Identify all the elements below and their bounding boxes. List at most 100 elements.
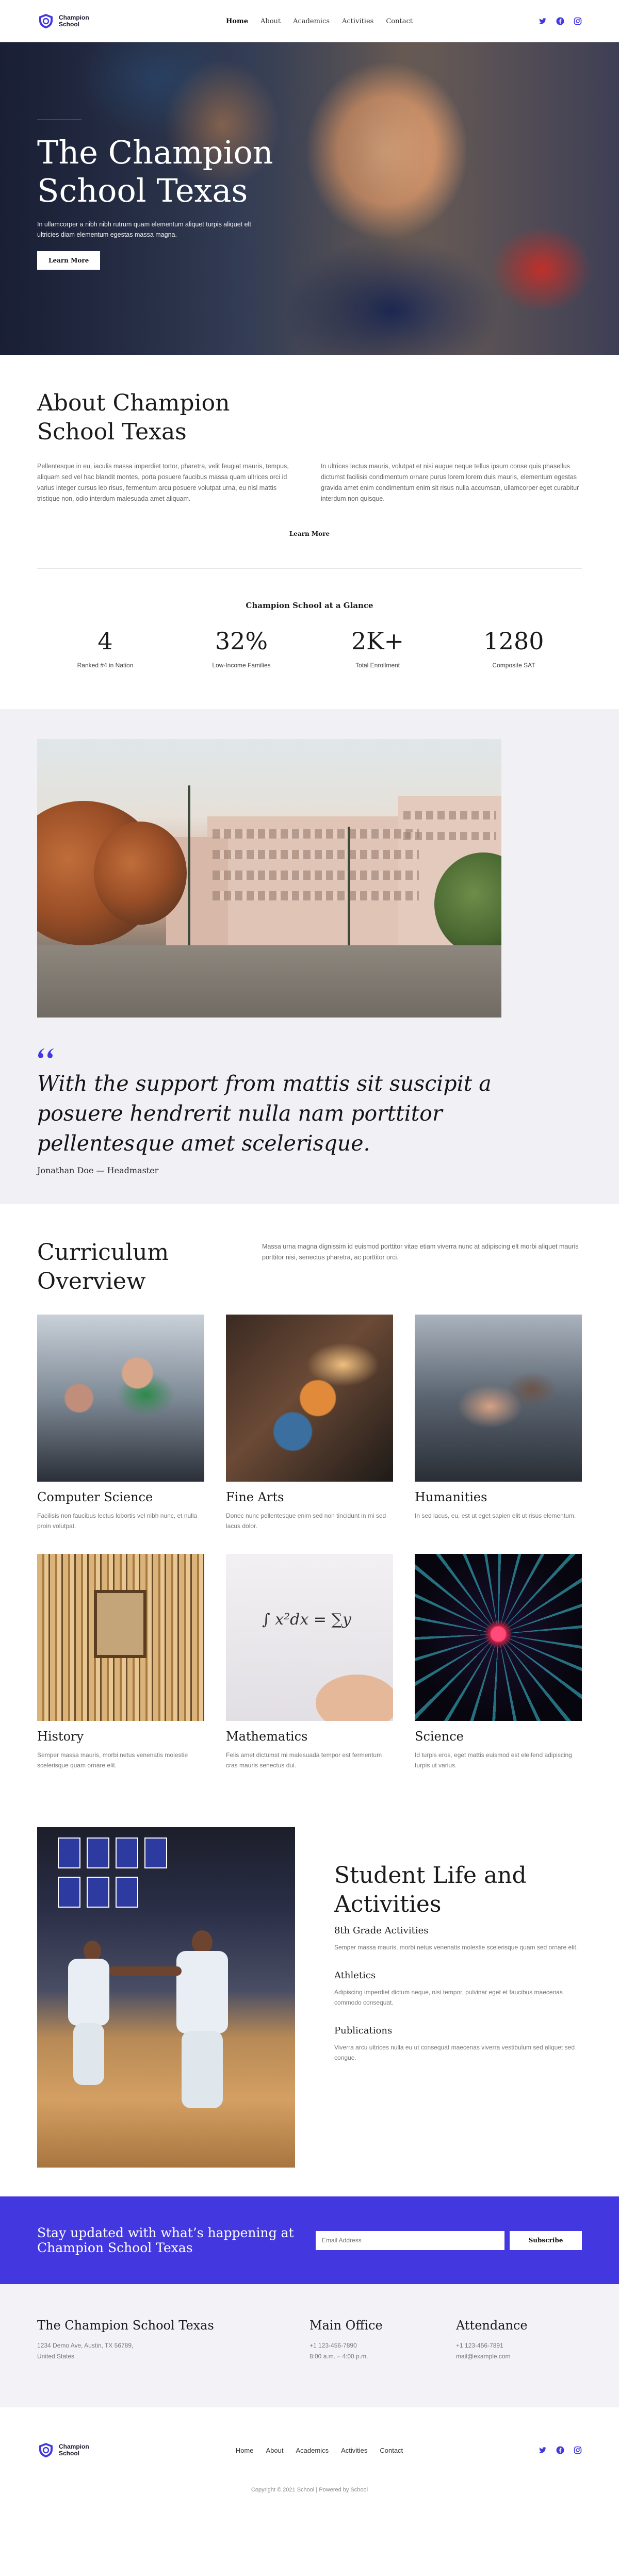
twitter-icon[interactable] — [539, 2446, 547, 2454]
footer-attendance-phone[interactable]: +1 123-456-7891 — [456, 2340, 528, 2351]
footer-nav-contact[interactable]: Contact — [380, 2447, 403, 2454]
course-card-fine-arts[interactable]: Fine Arts Donec nunc pellentesque enim s… — [226, 1315, 393, 1531]
course-text: Felis amet dictumst mi malesuada tempor … — [226, 1751, 382, 1769]
about-text-left: Pellentesque in eu, iaculis massa imperd… — [37, 463, 289, 502]
facebook-icon[interactable] — [556, 2446, 564, 2454]
stat-enrollment: 2K+ Total Enrollment — [321, 627, 434, 669]
humanities-image — [415, 1315, 582, 1482]
stat-value: 32% — [215, 627, 268, 655]
activity-title: Athletics — [334, 1970, 376, 1981]
course-text: Id turpis eros, eget mattis euismod est … — [415, 1751, 572, 1769]
stat-value: 4 — [97, 627, 113, 655]
stat-sat: 1280 Composite SAT — [457, 627, 571, 669]
facebook-icon[interactable] — [556, 17, 564, 25]
nav-contact[interactable]: Contact — [386, 18, 413, 25]
logo-text: Champion School — [59, 2443, 89, 2457]
basketball-image — [37, 1827, 295, 2168]
subscribe-button[interactable]: Subscribe — [510, 2230, 582, 2250]
footer-address-line: 1234 Demo Ave, Austin, TX 56789, — [37, 2342, 134, 2349]
stat-value: 1280 — [483, 627, 544, 655]
stat-label: Low-Income Families — [212, 662, 271, 669]
hero-learn-more-button[interactable]: Learn More — [37, 251, 101, 270]
footer-nav-academics[interactable]: Academics — [296, 2447, 329, 2454]
curriculum-intro: Massa urna magna dignissim id euismod po… — [262, 1243, 579, 1261]
course-card-science[interactable]: Science Id turpis eros, eget mattis euis… — [415, 1554, 582, 1770]
footer-logo[interactable]: Champion School — [37, 2441, 100, 2459]
course-title: Mathematics — [226, 1729, 308, 1744]
course-title: Computer Science — [37, 1490, 153, 1504]
course-title: Fine Arts — [226, 1490, 284, 1504]
footer-nav-home[interactable]: Home — [236, 2447, 254, 2454]
footer-address-line: United States — [37, 2353, 75, 2360]
stat-label: Total Enrollment — [355, 662, 400, 669]
stats-row: 4 Ranked #4 in Nation 32% Low-Income Fam… — [37, 627, 582, 669]
curriculum-title: Curriculum Overview — [37, 1239, 169, 1294]
mathematics-image — [226, 1554, 393, 1721]
curriculum-section: Curriculum Overview Massa urna magna dig… — [0, 1204, 619, 1770]
stat-label: Ranked #4 in Nation — [77, 662, 134, 669]
science-image — [415, 1554, 582, 1721]
newsletter-form: Subscribe — [316, 2230, 582, 2250]
course-title: Humanities — [415, 1490, 487, 1504]
nav-activities[interactable]: Activities — [342, 18, 373, 25]
newsletter-title: Stay updated with what’s happening at Ch… — [37, 2225, 294, 2255]
footer-main-office: Main Office +1 123-456-7890 8:00 a.m. – … — [310, 2319, 456, 2362]
footer-nav-activities[interactable]: Activities — [341, 2447, 367, 2454]
hero-title: The Champion School Texas — [37, 134, 273, 209]
footer-school-info: The Champion School Texas 1234 Demo Ave,… — [37, 2318, 310, 2362]
footer-attendance-email[interactable]: mail@example.com — [456, 2351, 528, 2362]
about-text-right: In ultrices lectus mauris, volutpat et n… — [321, 463, 579, 502]
site-footer: The Champion School Texas 1234 Demo Ave,… — [0, 2284, 619, 2524]
about-title: About Champion School Texas — [37, 390, 230, 445]
footer-attendance: Attendance +1 123-456-7891 mail@example.… — [456, 2318, 528, 2362]
course-card-history[interactable]: History Semper massa mauris, morbi netus… — [37, 1554, 204, 1770]
course-title: Science — [415, 1729, 464, 1744]
course-title: History — [37, 1729, 84, 1744]
main-nav: Home About Academics Activities Contact — [226, 18, 413, 25]
course-card-computer-science[interactable]: Computer Science Facilisis non faucibus … — [37, 1315, 204, 1531]
instagram-icon[interactable] — [574, 17, 582, 25]
footer-office-phone[interactable]: +1 123-456-7890 — [310, 2340, 456, 2351]
nav-home[interactable]: Home — [226, 18, 248, 25]
copyright-text: Copyright © 2021 School | Powered by Sch… — [251, 2487, 368, 2493]
student-life-section: Student Life and Activities 8th Grade Ac… — [0, 1770, 619, 2168]
footer-office-hours: 8:00 a.m. – 4:00 p.m. — [310, 2353, 368, 2360]
hero-text: In ullamcorper a nibh nibh rutrum quam e… — [37, 221, 251, 238]
history-image — [37, 1554, 204, 1721]
quote-author: Jonathan Doe — Headmaster — [37, 1166, 159, 1175]
activity-text: Adipiscing imperdiet dictum neque, nisi … — [334, 1989, 563, 2006]
logo-text: Champion School — [59, 14, 89, 28]
footer-attendance-title: Attendance — [456, 2318, 528, 2333]
stat-value: 2K+ — [351, 627, 404, 655]
course-card-humanities[interactable]: Humanities In sed lacus, eu, est ut eget… — [415, 1315, 582, 1531]
glance-title: Champion School at a Glance — [246, 601, 373, 610]
course-text: Semper massa mauris, morbi netus venenat… — [37, 1751, 188, 1769]
nav-academics[interactable]: Academics — [293, 18, 330, 25]
course-text: Donec nunc pellentesque enim sed non tin… — [226, 1512, 386, 1530]
footer-nav: Home About Academics Activities Contact — [236, 2447, 403, 2454]
about-section: About Champion School Texas Pellentesque… — [0, 355, 619, 669]
site-header: Champion School Home About Academics Act… — [0, 0, 619, 42]
email-input[interactable] — [316, 2230, 504, 2250]
shield-logo-icon — [39, 14, 53, 28]
course-text: In sed lacus, eu, est ut eget sapien eli… — [415, 1512, 576, 1519]
about-learn-more-link[interactable]: Learn More — [37, 530, 582, 537]
activity-text: Semper massa mauris, morbi netus venenat… — [334, 1944, 578, 1951]
quote-text: With the support from mattis sit suscipi… — [37, 1071, 492, 1156]
hero-banner: The Champion School Texas In ullamcorper… — [0, 42, 619, 355]
twitter-icon[interactable] — [539, 17, 547, 25]
instagram-icon[interactable] — [574, 2446, 582, 2454]
quote-icon — [38, 1048, 54, 1058]
nav-about[interactable]: About — [260, 18, 281, 25]
logo[interactable]: Champion School — [37, 12, 100, 30]
student-life-title: Student Life and Activities — [334, 1862, 527, 1917]
school-building-image — [37, 739, 501, 1018]
course-card-mathematics[interactable]: Mathematics Felis amet dictumst mi males… — [226, 1554, 393, 1770]
stat-label: Composite SAT — [492, 662, 535, 669]
footer-nav-about[interactable]: About — [266, 2447, 284, 2454]
course-text: Facilisis non faucibus lectus lobortis v… — [37, 1512, 198, 1530]
footer-school-title: The Champion School Texas — [37, 2318, 214, 2333]
divider — [37, 568, 582, 569]
social-links — [539, 17, 582, 25]
activity-title: Publications — [334, 2025, 393, 2036]
